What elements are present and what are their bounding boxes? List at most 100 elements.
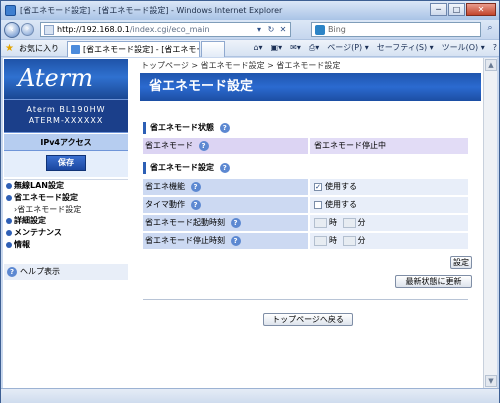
forward-button[interactable]: › [21,23,34,36]
bullet-icon [6,195,12,201]
tab-new[interactable] [201,41,225,57]
scroll-up-icon[interactable]: ▲ [485,59,497,71]
help-icon[interactable]: ? [230,235,241,246]
help-icon[interactable]: ? [230,217,241,228]
address-toolbar: ‹ › http://192.168.0.1/index.cgi/eco_mai… [1,20,499,39]
home-icon[interactable]: ⌂▾ [253,43,262,52]
ie-icon [5,5,16,16]
menu-item-info[interactable]: 情報 [4,239,128,251]
row-label: 省エネ機能 ? [143,179,308,195]
aterm-logo: Aterm [18,64,93,92]
refresh-status-button[interactable]: 最新状態に更新 [395,275,472,288]
row-label: タイマ動作 ? [143,197,308,213]
row-label-text: 省エネモード [145,141,193,150]
menu-item-label: メンテナンス [14,228,62,237]
maximize-button[interactable]: □ [448,3,465,16]
title-bar: [省エネモード設定] - [省エネモード設定] - Windows Intern… [1,1,499,20]
minimize-button[interactable]: ─ [430,3,447,16]
bing-icon [315,24,325,35]
checkbox-label[interactable]: 使用する [325,200,357,209]
section-title-text: 省エネモード状態 [150,123,214,132]
eco-function-row: 省エネ機能 ? ✓ 使用する [143,179,468,195]
menu-item-label: 情報 [14,240,30,249]
tab-active[interactable]: [省エネモード設定] - [省エネモード... [67,41,200,57]
menu-tools[interactable]: ツール(O) ▾ [442,42,485,53]
menu-item-maintenance[interactable]: メンテナンス [4,227,128,239]
menu-item-label: 無線LAN設定 [14,181,64,190]
page-favicon-icon [44,24,54,35]
dropdown-arrow-icon[interactable]: ▾ [254,25,264,35]
stop-icon[interactable]: ✕ [278,25,288,35]
back-button[interactable]: ‹ [4,21,20,38]
stop-hour-input [314,235,327,246]
window-controls: ─ □ ✕ [430,3,496,16]
status-row: 省エネモード ? 省エネモード停止中 [143,138,468,154]
mail-icon[interactable]: ✉▾ [290,43,301,52]
sidebar: Aterm Aterm BL190HW ATERM-XXXXXX IPv4アクセ… [3,58,129,388]
main-content: トップページ > 省エネモード設定 > 省エネモード設定 省エネモード設定 省エ… [136,58,481,388]
breadcrumb[interactable]: トップページ > 省エネモード設定 > 省エネモード設定 [141,60,340,71]
help-icon[interactable]: ? [190,181,201,192]
timer-checkbox[interactable] [314,200,322,209]
row-value: 時 分 [310,215,468,231]
menu-safety[interactable]: セーフティ(S) ▾ [377,42,434,53]
menu-page[interactable]: ページ(P) ▾ [327,42,368,53]
row-label-text: 省エネモード停止時刻 [145,236,225,245]
start-minute-input [342,217,356,228]
menu-item-wireless[interactable]: 無線LAN設定 [4,180,128,192]
url-path: /index.cgi/eco_main [129,25,210,34]
help-icon[interactable]: ? [219,122,230,133]
menu-item-eco[interactable]: 省エネモード設定 [4,192,128,204]
refresh-icon[interactable]: ↻ [266,25,276,35]
settings-section-title: 省エネモード設定 ? [143,162,230,174]
stop-minute-input [342,235,356,246]
feeds-icon[interactable]: ▣▾ [271,43,283,52]
eco-status-value: 省エネモード停止中 [310,138,468,154]
browser-window: [省エネモード設定] - [省エネモード設定] - Windows Intern… [0,0,500,403]
row-label: 省エネモード停止時刻 ? [143,233,308,249]
help-icon: ? [7,267,17,277]
page-title: 省エネモード設定 [140,73,481,101]
favorites-label[interactable]: お気に入り [19,43,59,54]
help-toggle[interactable]: ? ヘルプ表示 [4,264,128,280]
address-input[interactable]: http://192.168.0.1/index.cgi/eco_main ▾ … [40,22,291,37]
divider [143,299,468,300]
window-title: [省エネモード設定] - [省エネモード設定] - Windows Intern… [20,6,283,15]
menu-item-advanced[interactable]: 詳細設定 [4,215,128,227]
close-button[interactable]: ✕ [466,3,496,16]
checkbox-label[interactable]: 使用する [325,182,357,191]
row-value: ✓ 使用する [310,179,468,195]
search-icon[interactable]: ⌕ [483,23,497,36]
access-mode: IPv4アクセス [4,134,128,151]
timer-row: タイマ動作 ? 使用する [143,197,468,213]
row-label-text: 省エネモード起動時刻 [145,218,225,227]
search-placeholder: Bing [328,25,346,34]
row-label: 省エネモード ? [143,138,308,154]
eco-function-checkbox[interactable]: ✓ [314,182,322,191]
logo-band: Aterm [4,59,128,99]
print-icon[interactable]: ⎙▾ [309,43,319,53]
menu-item-label: 詳細設定 [14,216,46,225]
help-menu-icon[interactable]: ? [493,43,497,52]
bullet-icon [6,218,12,224]
vertical-scrollbar[interactable]: ▲ ▼ [483,58,497,388]
tab-label: [省エネモード設定] - [省エネモード... [83,45,199,54]
url-host: http://192.168.0.1 [57,25,130,34]
help-label: ヘルプ表示 [20,267,60,276]
row-value: 使用する [310,197,468,213]
set-button[interactable]: 設定 [450,256,472,269]
back-to-top-button[interactable]: トップページへ戻る [263,313,353,326]
help-icon[interactable]: ? [219,162,230,173]
help-icon[interactable]: ? [198,140,209,151]
favorites-star-icon[interactable]: ★ [5,43,16,54]
device-id: ATERM-XXXXXX [28,116,104,125]
row-label-text: タイマ動作 [145,200,185,209]
stop-time-row: 省エネモード停止時刻 ? 時 分 [143,233,468,249]
help-icon[interactable]: ? [190,199,201,210]
row-label: 省エネモード起動時刻 ? [143,215,308,231]
scroll-down-icon[interactable]: ▼ [485,375,497,387]
menu-subitem-eco[interactable]: ›省エネモード設定 [4,204,128,215]
favorites-bar: ★ お気に入り ✚ [省エネモード設定] - [省エネモード... ⌂▾ ▣▾ … [1,39,499,57]
save-button[interactable]: 保存 [46,155,86,171]
search-input[interactable]: Bing [311,22,481,37]
